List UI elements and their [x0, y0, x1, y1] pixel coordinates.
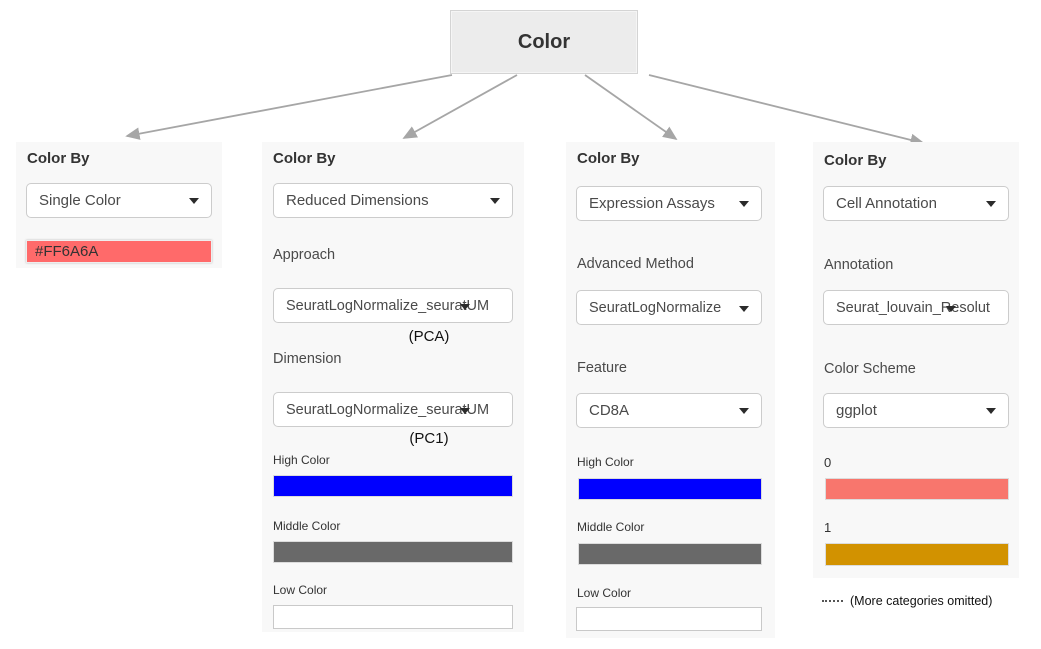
- root-node-label: Color: [518, 31, 570, 54]
- advanced-method-label: Advanced Method: [577, 256, 694, 272]
- panel-heading: Color By: [577, 150, 640, 167]
- high-color-swatch[interactable]: [578, 478, 762, 500]
- panel-single-color: Color By Single Color #FF6A6A: [16, 142, 222, 268]
- chevron-down-icon: [739, 201, 749, 207]
- chevron-down-icon: [986, 408, 996, 414]
- low-color-input[interactable]: [273, 605, 513, 629]
- low-color-input[interactable]: [576, 607, 762, 631]
- chevron-down-icon: [986, 201, 996, 207]
- advanced-method-input[interactable]: SeuratLogNormalize: [576, 290, 762, 325]
- annotation-value: Seurat_louvain_Resolut: [836, 300, 1008, 316]
- chevron-down-icon: [460, 408, 470, 414]
- high-color-label: High Color: [273, 453, 330, 467]
- approach-input[interactable]: SeuratLogNormalize_seuratUM: [273, 288, 513, 323]
- chevron-down-icon: [739, 408, 749, 414]
- footnote-text: (More categories omitted): [850, 594, 992, 608]
- annotation-input[interactable]: Seurat_louvain_Resolut: [823, 290, 1009, 325]
- low-color-label: Low Color: [273, 583, 327, 597]
- category-1-swatch[interactable]: [825, 543, 1009, 566]
- approach-label: Approach: [273, 247, 335, 263]
- color-by-select[interactable]: Expression Assays: [576, 186, 762, 221]
- diagram-canvas: Color Color By Single Color #FF6A6A Colo…: [0, 0, 1041, 649]
- color-by-select[interactable]: Reduced Dimensions: [273, 183, 513, 218]
- color-by-select[interactable]: Cell Annotation: [823, 186, 1009, 221]
- chevron-down-icon: [739, 306, 749, 312]
- color-by-select-value: Expression Assays: [589, 195, 715, 212]
- dimension-label: Dimension: [273, 351, 342, 367]
- color-by-select-value: Cell Annotation: [836, 195, 937, 212]
- panel-reduced-dimensions: Color By Reduced Dimensions Approach Seu…: [262, 142, 524, 632]
- feature-select[interactable]: CD8A: [576, 393, 762, 428]
- color-by-select-value: Reduced Dimensions: [286, 192, 429, 209]
- annotation-label: Annotation: [824, 257, 893, 273]
- color-scheme-label: Color Scheme: [824, 361, 916, 377]
- approach-annotation: (PCA): [309, 328, 549, 345]
- middle-color-swatch[interactable]: [273, 541, 513, 563]
- panel-heading: Color By: [27, 150, 90, 167]
- color-by-select-value: Single Color: [39, 192, 121, 209]
- middle-color-label: Middle Color: [273, 519, 340, 533]
- feature-select-value: CD8A: [589, 402, 629, 419]
- panel-expression-assays: Color By Expression Assays Advanced Meth…: [566, 142, 775, 638]
- chevron-down-icon: [946, 306, 956, 312]
- feature-label: Feature: [577, 360, 627, 376]
- dimension-annotation: (PC1): [309, 430, 549, 447]
- color-by-select[interactable]: Single Color: [26, 183, 212, 218]
- approach-value: SeuratLogNormalize_seuratUM: [286, 298, 512, 314]
- advanced-method-value: SeuratLogNormalize: [589, 300, 761, 316]
- diagram-root-node: Color: [450, 10, 638, 74]
- category-1-label: 1: [824, 520, 831, 535]
- dimension-input[interactable]: SeuratLogNormalize_seuratUM: [273, 392, 513, 427]
- dotted-line: [822, 600, 843, 602]
- color-scheme-select-value: ggplot: [836, 402, 877, 419]
- middle-color-swatch[interactable]: [578, 543, 762, 565]
- dimension-value: SeuratLogNormalize_seuratUM: [286, 402, 512, 418]
- color-scheme-select[interactable]: ggplot: [823, 393, 1009, 428]
- panel-cell-annotation: Color By Cell Annotation Annotation Seur…: [813, 142, 1019, 578]
- low-color-label: Low Color: [577, 586, 631, 600]
- category-0-swatch[interactable]: [825, 478, 1009, 500]
- panel-heading: Color By: [824, 152, 887, 169]
- category-0-label: 0: [824, 455, 831, 470]
- single-color-hex: #FF6A6A: [35, 243, 98, 260]
- high-color-label: High Color: [577, 455, 634, 469]
- chevron-down-icon: [189, 198, 199, 204]
- chevron-down-icon: [460, 304, 470, 310]
- chevron-down-icon: [490, 198, 500, 204]
- single-color-swatch[interactable]: #FF6A6A: [26, 240, 212, 263]
- panel-heading: Color By: [273, 150, 336, 167]
- high-color-swatch[interactable]: [273, 475, 513, 497]
- footnote: (More categories omitted): [822, 594, 992, 608]
- middle-color-label: Middle Color: [577, 520, 644, 534]
